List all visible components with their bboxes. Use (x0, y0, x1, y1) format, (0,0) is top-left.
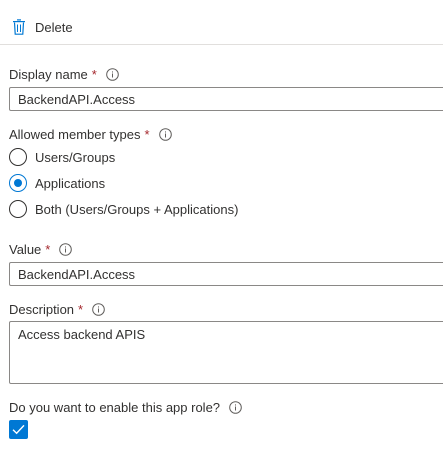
radio-users-groups[interactable]: Users/Groups (9, 148, 115, 166)
radio-both[interactable]: Both (Users/Groups + Applications) (9, 200, 238, 218)
description-label: Description * (9, 302, 105, 317)
display-name-label-text: Display name (9, 67, 88, 82)
required-marker: * (144, 127, 150, 142)
required-marker: * (78, 302, 84, 317)
trash-icon (12, 19, 26, 35)
display-name-label: Display name * (9, 67, 119, 82)
radio-label: Users/Groups (35, 149, 116, 165)
required-marker: * (91, 67, 97, 82)
radio-button[interactable] (9, 148, 27, 166)
required-marker: * (45, 242, 51, 257)
value-input[interactable] (9, 262, 443, 286)
value-label-text: Value (9, 242, 42, 257)
allowed-member-types-label: Allowed member types * (9, 127, 172, 142)
radio-label: Both (Users/Groups + Applications) (35, 201, 239, 217)
value-label: Value * (9, 242, 73, 257)
command-bar: Delete (0, 0, 443, 45)
enable-role-label-text: Do you want to enable this app role? (9, 400, 221, 415)
checkmark-icon (12, 424, 25, 435)
radio-button[interactable] (9, 200, 27, 218)
info-icon[interactable] (158, 128, 172, 141)
info-icon[interactable] (59, 243, 73, 256)
delete-button-label: Delete (35, 19, 73, 35)
radio-applications[interactable]: Applications (9, 174, 105, 192)
info-icon[interactable] (229, 401, 242, 414)
delete-button[interactable]: Delete (12, 14, 73, 40)
display-name-input[interactable] (9, 87, 443, 111)
enable-role-label: Do you want to enable this app role? (9, 400, 242, 415)
description-label-text: Description (9, 302, 75, 317)
radio-selected-dot (14, 179, 22, 187)
enable-role-checkbox[interactable] (9, 420, 28, 439)
allowed-member-types-label-text: Allowed member types (9, 127, 141, 142)
radio-button-selected[interactable] (9, 174, 27, 192)
description-textarea[interactable]: Access backend APIS (9, 321, 443, 384)
radio-label: Applications (35, 175, 106, 191)
info-icon[interactable] (106, 68, 119, 81)
info-icon[interactable] (92, 303, 105, 316)
